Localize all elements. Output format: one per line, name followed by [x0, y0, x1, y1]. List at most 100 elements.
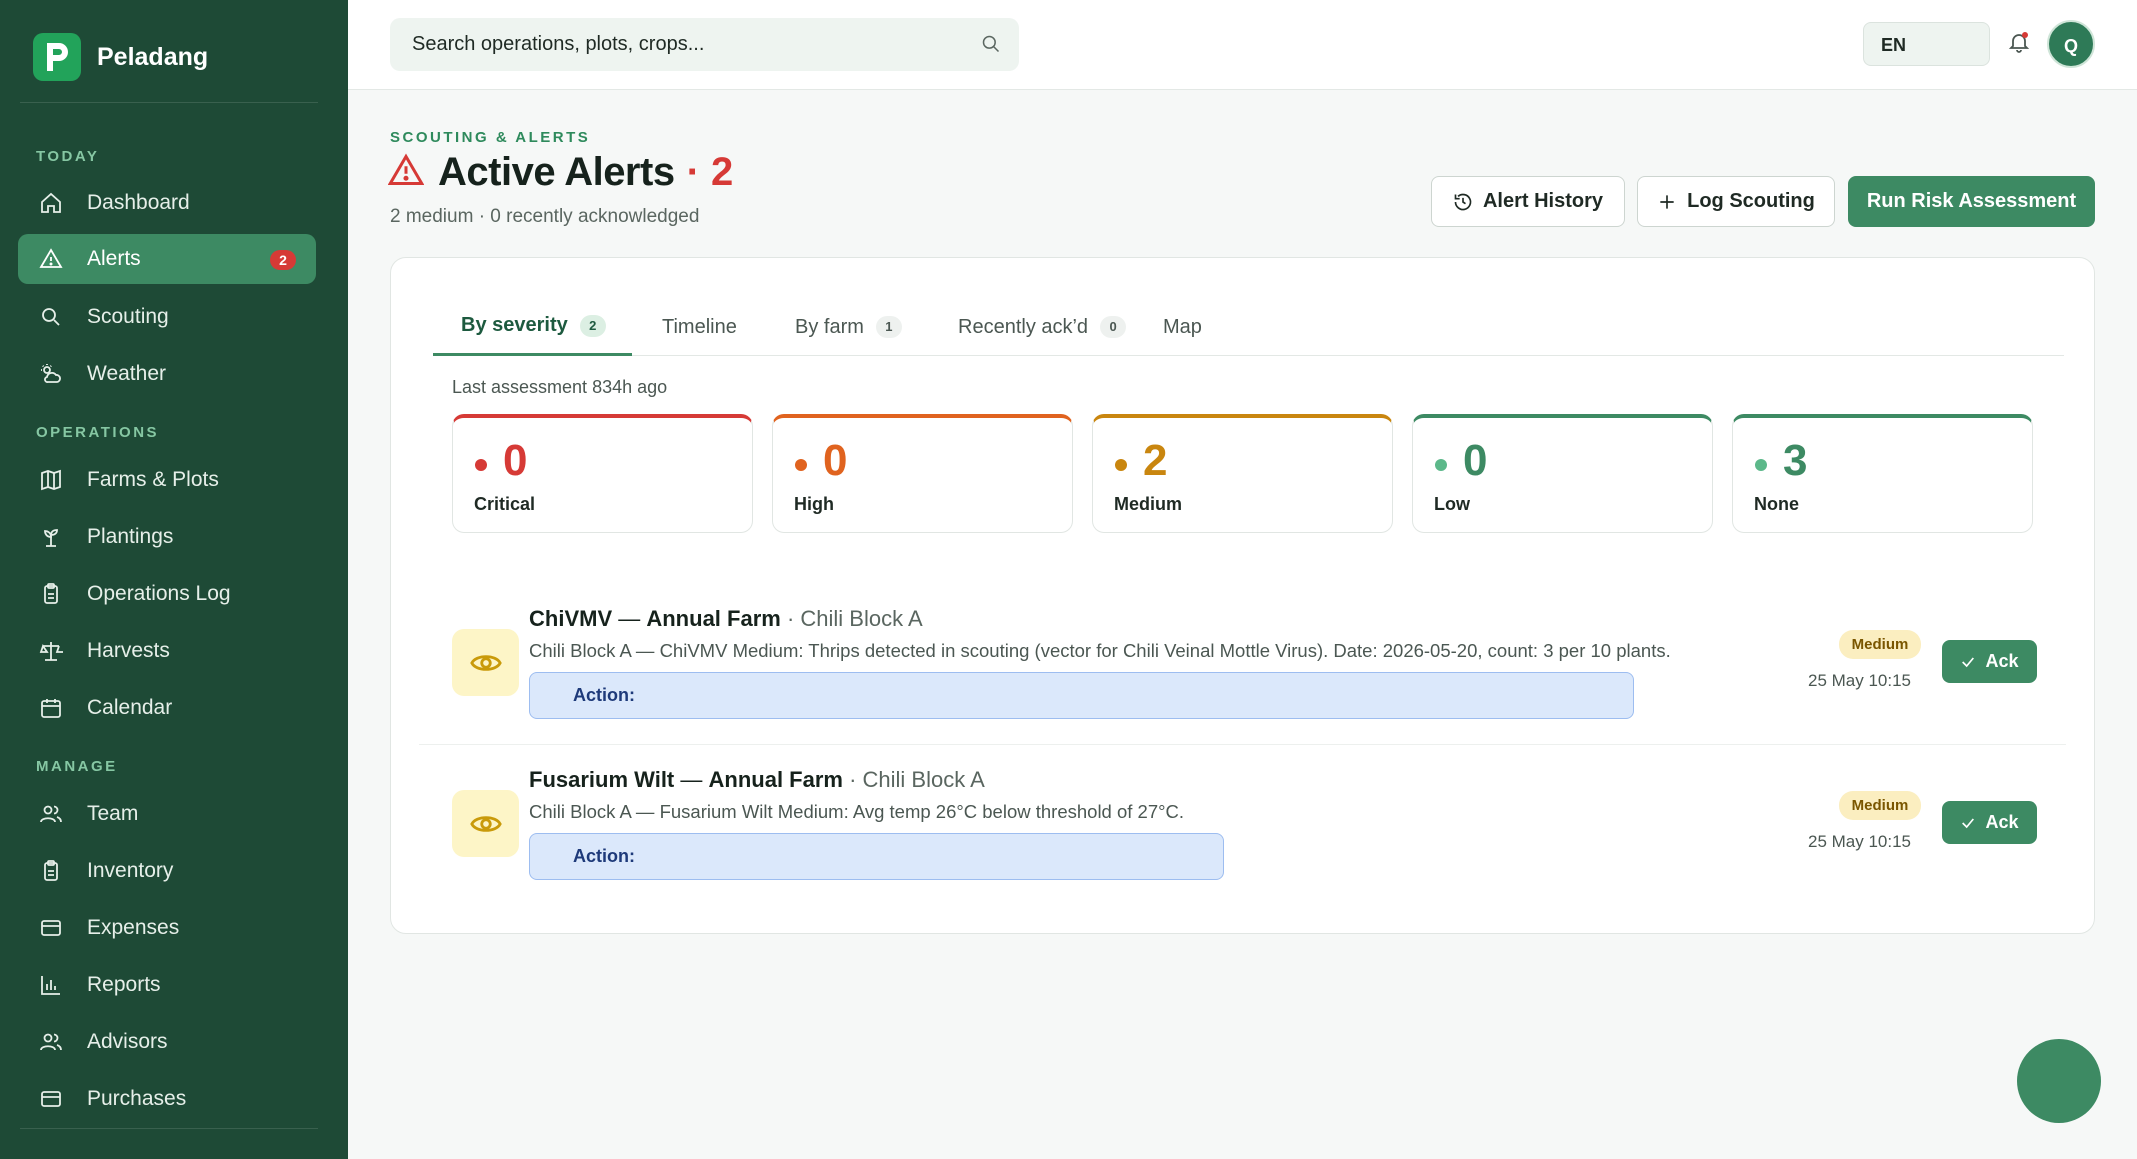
severity-label: None	[1754, 494, 1799, 514]
alert-tabs: By severity 2 Timeline By farm 1 Recentl…	[433, 298, 2064, 356]
severity-count: 3	[1783, 436, 1808, 485]
sidebar-item-advisors[interactable]: Advisors	[18, 1017, 316, 1067]
sidebar-item-calendar[interactable]: Calendar	[18, 683, 316, 733]
alert-action-label: Action:	[573, 846, 635, 866]
sidebar-item-label: Plantings	[87, 525, 174, 548]
sidebar-item-label: Farms & Plots	[87, 468, 219, 491]
alert-name: Fusarium Wilt	[529, 767, 675, 792]
scale-icon	[38, 638, 64, 664]
alerts-count-badge: 2	[270, 250, 296, 270]
sidebar-item-farms-plots[interactable]: Farms & Plots	[18, 455, 316, 505]
alert-item[interactable]: ChiVMV — Annual Farm · Chili Block A Chi…	[419, 598, 2066, 738]
tab-count: 0	[1100, 316, 1127, 338]
sidebar-item-purchases[interactable]: Purchases	[18, 1074, 316, 1124]
clipboard-icon	[38, 581, 64, 607]
sidebar-item-inventory[interactable]: Inventory	[18, 846, 316, 896]
calendar-icon	[38, 695, 64, 721]
status-badge: Medium	[1839, 630, 1921, 659]
search-icon[interactable]	[981, 34, 1001, 59]
sidebar-item-dashboard[interactable]: Dashboard	[18, 178, 316, 228]
sidebar-item-harvests[interactable]: Harvests	[18, 626, 316, 676]
severity-card-low[interactable]: 0 Low	[1412, 414, 1713, 533]
floating-action-button[interactable]	[2017, 1039, 2101, 1123]
alert-action-box[interactable]: Action:	[529, 833, 1224, 880]
sidebar-item-label: Alerts	[87, 247, 141, 270]
sidebar-item-label: Team	[87, 802, 139, 825]
severity-dot	[1755, 459, 1767, 471]
search-input[interactable]	[390, 18, 1019, 71]
severity-dot	[1435, 459, 1447, 471]
severity-count: 0	[1463, 436, 1488, 485]
severity-card-none[interactable]: 3 None	[1732, 414, 2033, 533]
tab-label: Recently ack’d	[958, 315, 1089, 338]
sidebar-item-reports[interactable]: Reports	[18, 960, 316, 1010]
run-risk-assessment-button[interactable]: Run Risk Assessment	[1848, 176, 2095, 227]
tab-recently-acked[interactable]: Recently ack’d 0	[958, 298, 1127, 356]
alert-description: Chili Block A — ChiVMV Medium: Thrips de…	[529, 640, 1671, 661]
sprout-icon	[38, 524, 64, 550]
alert-timestamp: 25 May 10:15	[1808, 671, 1912, 690]
brand-name: Peladang	[97, 42, 209, 71]
tab-timeline[interactable]: Timeline	[662, 298, 737, 356]
severity-dot	[1115, 459, 1127, 471]
severity-card-high[interactable]: 0 High	[772, 414, 1073, 533]
active-alert-count: · 2	[686, 150, 734, 194]
ack-button[interactable]: Ack	[1942, 640, 2037, 683]
alert-timestamp: 25 May 10:15	[1808, 832, 1912, 851]
brand-logo	[33, 33, 81, 81]
row-divider	[419, 744, 2066, 745]
sidebar-item-label: Dashboard	[87, 191, 190, 214]
severity-count: 0	[823, 436, 848, 485]
alert-action-box[interactable]: Action:	[529, 672, 1634, 719]
severity-dot	[795, 459, 807, 471]
ack-label: Ack	[1985, 812, 2019, 832]
sidebar-item-expenses[interactable]: Expenses	[18, 903, 316, 953]
last-assessment-text: Last assessment 834h ago	[452, 377, 668, 397]
sidebar-item-label: Reports	[87, 973, 161, 996]
severity-card-medium[interactable]: 2 Medium	[1092, 414, 1393, 533]
topbar: EN Q	[348, 0, 2137, 90]
status-badge: Medium	[1839, 791, 1921, 820]
alert-plot: · Chili Block A	[786, 606, 923, 631]
history-icon	[1453, 192, 1473, 212]
notification-dot	[2022, 32, 2028, 38]
sidebar-item-label: Purchases	[87, 1087, 187, 1110]
ack-label: Ack	[1985, 651, 2019, 671]
map-icon	[38, 467, 64, 493]
severity-label: Low	[1434, 494, 1470, 514]
alert-name: ChiVMV	[529, 606, 613, 631]
severity-card-critical[interactable]: 0 Critical	[452, 414, 753, 533]
users-icon	[38, 801, 64, 827]
notifications-button[interactable]	[2004, 22, 2034, 66]
clipboard-icon	[38, 858, 64, 884]
brand[interactable]: Peladang	[33, 33, 208, 81]
tab-label: Timeline	[662, 315, 737, 338]
sidebar-item-scouting[interactable]: Scouting	[18, 292, 316, 342]
sidebar-section-today: TODAY	[36, 148, 100, 165]
run-risk-assessment-label: Run Risk Assessment	[1866, 190, 2077, 212]
sidebar-item-team[interactable]: Team	[18, 789, 316, 839]
sidebar-item-plantings[interactable]: Plantings	[18, 512, 316, 562]
alert-title: ChiVMV — Annual Farm · Chili Block A	[529, 606, 923, 631]
tab-by-severity[interactable]: By severity 2	[433, 298, 632, 356]
alert-item[interactable]: Fusarium Wilt — Annual Farm · Chili Bloc…	[419, 759, 2066, 899]
page-subtitle: 2 medium · 0 recently acknowledged	[390, 206, 700, 227]
alert-plot: · Chili Block A	[849, 767, 985, 792]
ack-button[interactable]: Ack	[1942, 801, 2037, 844]
log-scouting-button[interactable]: Log Scouting	[1637, 176, 1835, 227]
eye-icon	[452, 629, 519, 696]
severity-count: 2	[1143, 436, 1168, 485]
alert-history-button[interactable]: Alert History	[1431, 176, 1625, 227]
tab-map[interactable]: Map	[1163, 298, 1202, 356]
language-selector[interactable]: EN	[1863, 22, 1990, 66]
weather-icon	[38, 361, 64, 387]
avatar[interactable]: Q	[2047, 20, 2095, 68]
sidebar-item-weather[interactable]: Weather	[18, 349, 316, 399]
sidebar-item-operations-log[interactable]: Operations Log	[18, 569, 316, 619]
sidebar-item-alerts[interactable]: Alerts 2	[18, 234, 316, 284]
alert-farm: Annual Farm	[708, 767, 843, 792]
sidebar-item-label: Scouting	[87, 305, 169, 328]
sidebar-item-label: Operations Log	[87, 582, 231, 605]
tab-by-farm[interactable]: By farm 1	[795, 298, 902, 356]
check-icon	[1960, 815, 1976, 831]
